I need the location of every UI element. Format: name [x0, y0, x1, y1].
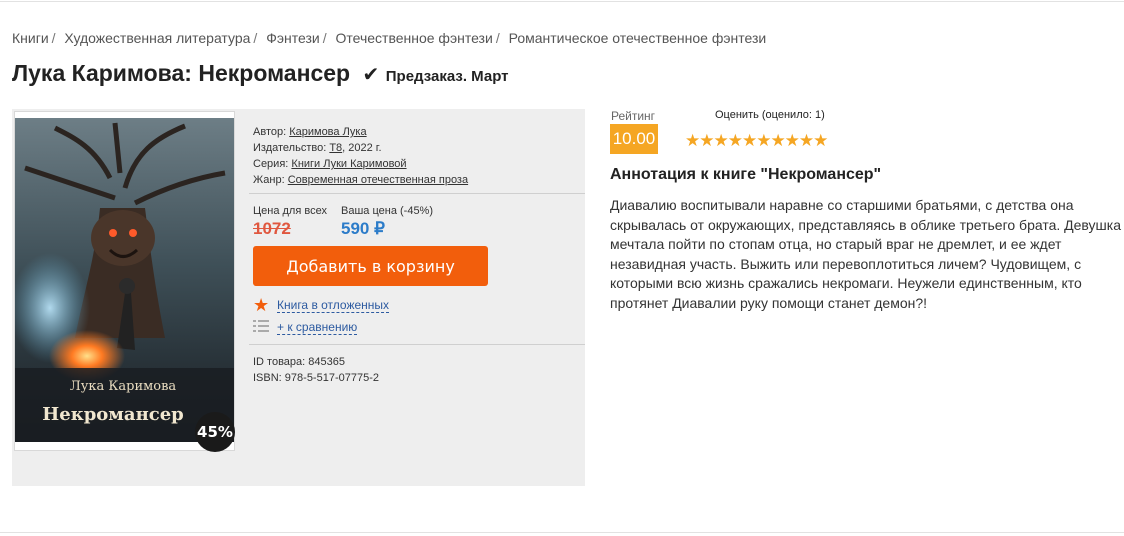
breadcrumb-item-fiction[interactable]: Художественная литература	[64, 30, 250, 46]
publish-year: , 2022 г.	[342, 142, 382, 154]
price-all-label: Цена для всех	[253, 205, 327, 217]
ids-divider	[249, 344, 585, 345]
preorder-status: Предзаказ. Март	[385, 68, 509, 85]
cover-title-text: Некромансер	[42, 404, 184, 425]
genre-link[interactable]: Современная отечественная проза	[288, 174, 468, 186]
title-row: Лука Каримова: Некромансер ✔ Предзаказ. …	[12, 60, 509, 87]
breadcrumb: Книги / Художественная литература / Фэнтез…	[12, 30, 767, 46]
series-label: Серия:	[253, 158, 289, 170]
author-link[interactable]: Каримова Лука	[289, 126, 366, 138]
rating-stars[interactable]: ★★★★★★★★★★	[685, 131, 828, 151]
book-meta: Автор: Каримова Лука Издательство: Т8, 2…	[253, 124, 468, 188]
annotation-title: Аннотация к книге "Некромансер"	[610, 166, 882, 183]
star-icon: ★	[253, 295, 270, 315]
old-price: 1072	[253, 219, 291, 238]
annotation-text: Диавалию воспитывали наравне со старшими…	[610, 197, 1121, 311]
genre-label: Жанр:	[253, 174, 285, 186]
rate-label: Оценить (оценило: 1)	[715, 109, 825, 121]
discount-badge: 45%	[195, 412, 235, 452]
isbn-value: 978-5-517-07775-2	[284, 372, 379, 384]
compare-action[interactable]: + к сравнению	[253, 319, 358, 336]
rating-label: Рейтинг	[611, 109, 656, 123]
author-label: Автор:	[253, 126, 287, 138]
product-panel: Лука Каримова Некромансер 45% Автор: Кар…	[12, 109, 585, 486]
meta-divider	[249, 193, 585, 194]
page-title: Лука Каримова: Некромансер	[12, 60, 351, 86]
list-icon	[253, 319, 277, 336]
book-cover[interactable]: Лука Каримова Некромансер 45%	[14, 111, 235, 452]
publisher-link[interactable]: Т8	[329, 142, 342, 154]
top-divider	[0, 1, 1124, 2]
breadcrumb-item-romantic-fantasy[interactable]: Романтическое отечественное фэнтези	[509, 30, 767, 46]
cover-image: Лука Каримова Некромансер	[15, 118, 234, 442]
rating-value: 10.00	[610, 124, 658, 154]
publisher-label: Издательство:	[253, 142, 327, 154]
breadcrumb-item-books[interactable]: Книги	[12, 30, 49, 46]
isbn-label: ISBN:	[253, 372, 282, 384]
compare-link[interactable]: + к сравнению	[277, 320, 358, 335]
cover-author-text: Лука Каримова	[70, 379, 177, 394]
new-price: 590 ₽	[341, 219, 385, 238]
wishlist-action[interactable]: ★ Книга в отложенных	[253, 295, 390, 316]
check-icon: ✔	[362, 64, 380, 86]
price-your-label: Ваша цена (-45%)	[341, 205, 434, 217]
breadcrumb-item-domestic-fantasy[interactable]: Отечественное фэнтези	[335, 30, 492, 46]
id-value: 845365	[308, 356, 345, 368]
bottom-divider	[0, 532, 1124, 533]
add-to-cart-button[interactable]: Добавить в корзину	[253, 246, 488, 286]
wishlist-link[interactable]: Книга в отложенных	[277, 298, 390, 313]
id-label: ID товара:	[253, 356, 306, 368]
series-link[interactable]: Книги Луки Каримовой	[291, 158, 406, 170]
book-ids: ID товара: 845365 ISBN: 978-5-517-07775-…	[253, 354, 379, 386]
breadcrumb-item-fantasy[interactable]: Фэнтези	[266, 30, 320, 46]
